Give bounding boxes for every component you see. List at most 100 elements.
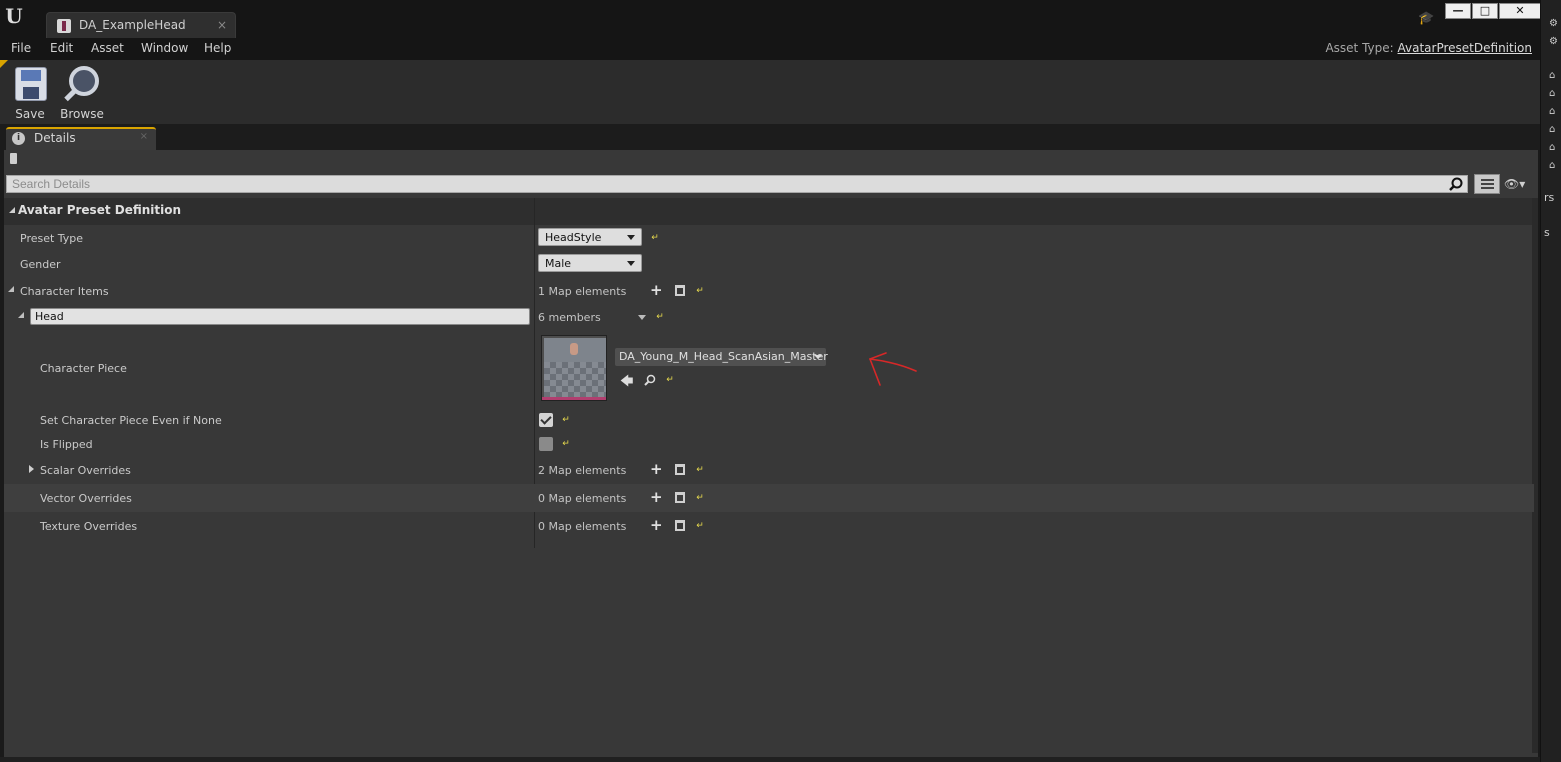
add-element-icon[interactable]: + (650, 283, 663, 298)
unreal-logo-icon[interactable]: U (4, 4, 24, 28)
collapse-arrow-icon[interactable] (8, 286, 14, 292)
gender-dropdown[interactable]: Male (538, 254, 642, 272)
title-bar: U DA_ExampleHead × 🎓 — □ ✕ (0, 0, 1541, 38)
save-label: Save (15, 107, 45, 121)
window-close-button[interactable]: ✕ (1499, 3, 1541, 19)
maximize-button[interactable]: □ (1472, 3, 1498, 19)
character-figure-icon (570, 343, 578, 355)
collapse-arrow-icon[interactable] (9, 207, 15, 213)
window-bottom-edge (0, 757, 1540, 762)
gender-value: Male (545, 257, 572, 270)
trash-icon[interactable] (675, 492, 685, 503)
gear-icon[interactable]: ⚙ (1549, 18, 1559, 30)
trash-icon[interactable] (675, 464, 685, 475)
search-icon[interactable] (1449, 177, 1463, 191)
character-items-count: 1 Map elements (538, 285, 627, 298)
add-element-icon[interactable]: + (650, 462, 663, 477)
row-texture-overrides: Texture Overrides 0 Map elements + ↵ (4, 512, 1534, 540)
document-tab[interactable]: DA_ExampleHead × (46, 12, 236, 38)
folder-icon[interactable]: ⌂ (1549, 106, 1559, 118)
toolbar-corner-marker (0, 60, 8, 68)
save-button[interactable]: Save (5, 64, 55, 121)
folder-icon[interactable]: ⌂ (1549, 142, 1559, 154)
character-piece-asset: DA_Young_M_Head_ScanAsian_Master (619, 350, 828, 363)
reset-to-default-icon[interactable]: ↵ (695, 286, 705, 296)
graduation-cap-icon[interactable]: 🎓 (1418, 11, 1434, 26)
menu-edit[interactable]: Edit (50, 41, 73, 55)
row-set-even-if-none: Set Character Piece Even if None ↵ (4, 408, 1534, 432)
reset-to-default-icon[interactable]: ↵ (650, 233, 660, 243)
is-flipped-checkbox[interactable] (539, 437, 553, 451)
vector-overrides-label: Vector Overrides (40, 492, 132, 505)
menu-help[interactable]: Help (204, 41, 231, 55)
reset-to-default-icon[interactable]: ↵ (695, 521, 705, 531)
close-tab-icon[interactable]: × (217, 18, 227, 32)
asset-thumbnail[interactable] (541, 335, 607, 401)
reset-to-default-icon[interactable]: ↵ (561, 439, 571, 449)
character-piece-label: Character Piece (40, 362, 127, 375)
character-piece-picker[interactable]: DA_Young_M_Head_ScanAsian_Master (615, 348, 828, 366)
vector-overrides-count: 0 Map elements (538, 492, 627, 505)
trash-icon[interactable] (675, 285, 685, 296)
preset-type-value: HeadStyle (545, 231, 602, 244)
folder-icon[interactable]: ⌂ (1549, 124, 1559, 136)
character-items-label: Character Items (20, 285, 109, 298)
menu-window[interactable]: Window (141, 41, 188, 55)
scalar-overrides-count: 2 Map elements (538, 464, 627, 477)
set-even-if-none-label: Set Character Piece Even if None (40, 414, 222, 427)
adjacent-text: s (1544, 226, 1550, 239)
reset-to-default-icon[interactable]: ↵ (695, 493, 705, 503)
preset-type-dropdown[interactable]: HeadStyle (538, 228, 642, 246)
category-header[interactable]: Avatar Preset Definition (4, 198, 1534, 225)
menu-file[interactable]: File (11, 41, 31, 55)
reset-to-default-icon[interactable]: ↵ (665, 375, 675, 385)
search-bar (6, 175, 1468, 193)
row-gender: Gender Male (4, 251, 1534, 277)
chevron-down-icon (627, 235, 635, 240)
expand-arrow-icon[interactable] (29, 465, 34, 473)
texture-overrides-label: Texture Overrides (40, 520, 138, 533)
reset-to-default-icon[interactable]: ↵ (655, 312, 665, 322)
menu-asset[interactable]: Asset (91, 41, 124, 55)
set-even-if-none-checkbox[interactable] (539, 413, 553, 427)
add-element-icon[interactable]: + (650, 518, 663, 533)
collapse-arrow-icon[interactable] (18, 312, 24, 318)
adjacent-window-strip: ⚙ ⚙ ⌂ ⌂ ⌂ ⌂ ⌂ ⌂ rs s (1540, 0, 1561, 762)
add-element-icon[interactable]: + (650, 490, 663, 505)
chevron-down-icon (627, 261, 635, 266)
row-vector-overrides: Vector Overrides 0 Map elements + ↵ (4, 484, 1534, 512)
folder-icon[interactable]: ⌂ (1549, 160, 1559, 172)
search-input[interactable] (7, 176, 1467, 192)
row-head: Head 6 members ↵ (4, 306, 1534, 328)
menu-bar: File Edit Asset Window Help Asset Type: … (0, 38, 1540, 60)
texture-overrides-count: 0 Map elements (538, 520, 627, 533)
browse-button[interactable]: Browse (57, 64, 107, 121)
chevron-down-icon (814, 355, 822, 359)
head-key-field[interactable]: Head (30, 308, 530, 325)
reset-to-default-icon[interactable]: ↵ (695, 465, 705, 475)
lock-icon[interactable] (10, 153, 17, 164)
close-details-tab-icon[interactable]: × (140, 131, 148, 142)
details-panel: 👁▾ Avatar Preset Definition Preset Type … (4, 150, 1538, 757)
minimize-button[interactable]: — (1445, 3, 1471, 19)
is-flipped-label: Is Flipped (40, 438, 93, 451)
asset-type-link[interactable]: AvatarPresetDefinition (1398, 41, 1532, 55)
save-icon (15, 67, 47, 101)
chevron-down-icon[interactable] (638, 315, 646, 320)
folder-icon[interactable]: ⌂ (1549, 70, 1559, 82)
gear-icon[interactable]: ⚙ (1549, 36, 1559, 48)
view-options-button[interactable] (1474, 174, 1500, 194)
folder-icon[interactable]: ⌂ (1549, 88, 1559, 100)
browse-label: Browse (60, 107, 104, 121)
row-character-items: Character Items 1 Map elements + ↵ (4, 277, 1534, 304)
trash-icon[interactable] (675, 520, 685, 531)
reset-to-default-icon[interactable]: ↵ (561, 415, 571, 425)
eye-icon[interactable]: 👁▾ (1504, 177, 1534, 191)
panel-tab-strip (0, 124, 1540, 150)
asset-type-label: Asset Type: (1325, 41, 1394, 55)
row-preset-type: Preset Type HeadStyle ↵ (4, 225, 1534, 251)
browse-asset-icon[interactable] (644, 374, 656, 386)
details-tab[interactable]: i Details × (6, 127, 156, 150)
window-controls: — □ ✕ (1445, 3, 1541, 19)
use-selected-arrow-icon[interactable]: 🡄 (620, 372, 633, 394)
